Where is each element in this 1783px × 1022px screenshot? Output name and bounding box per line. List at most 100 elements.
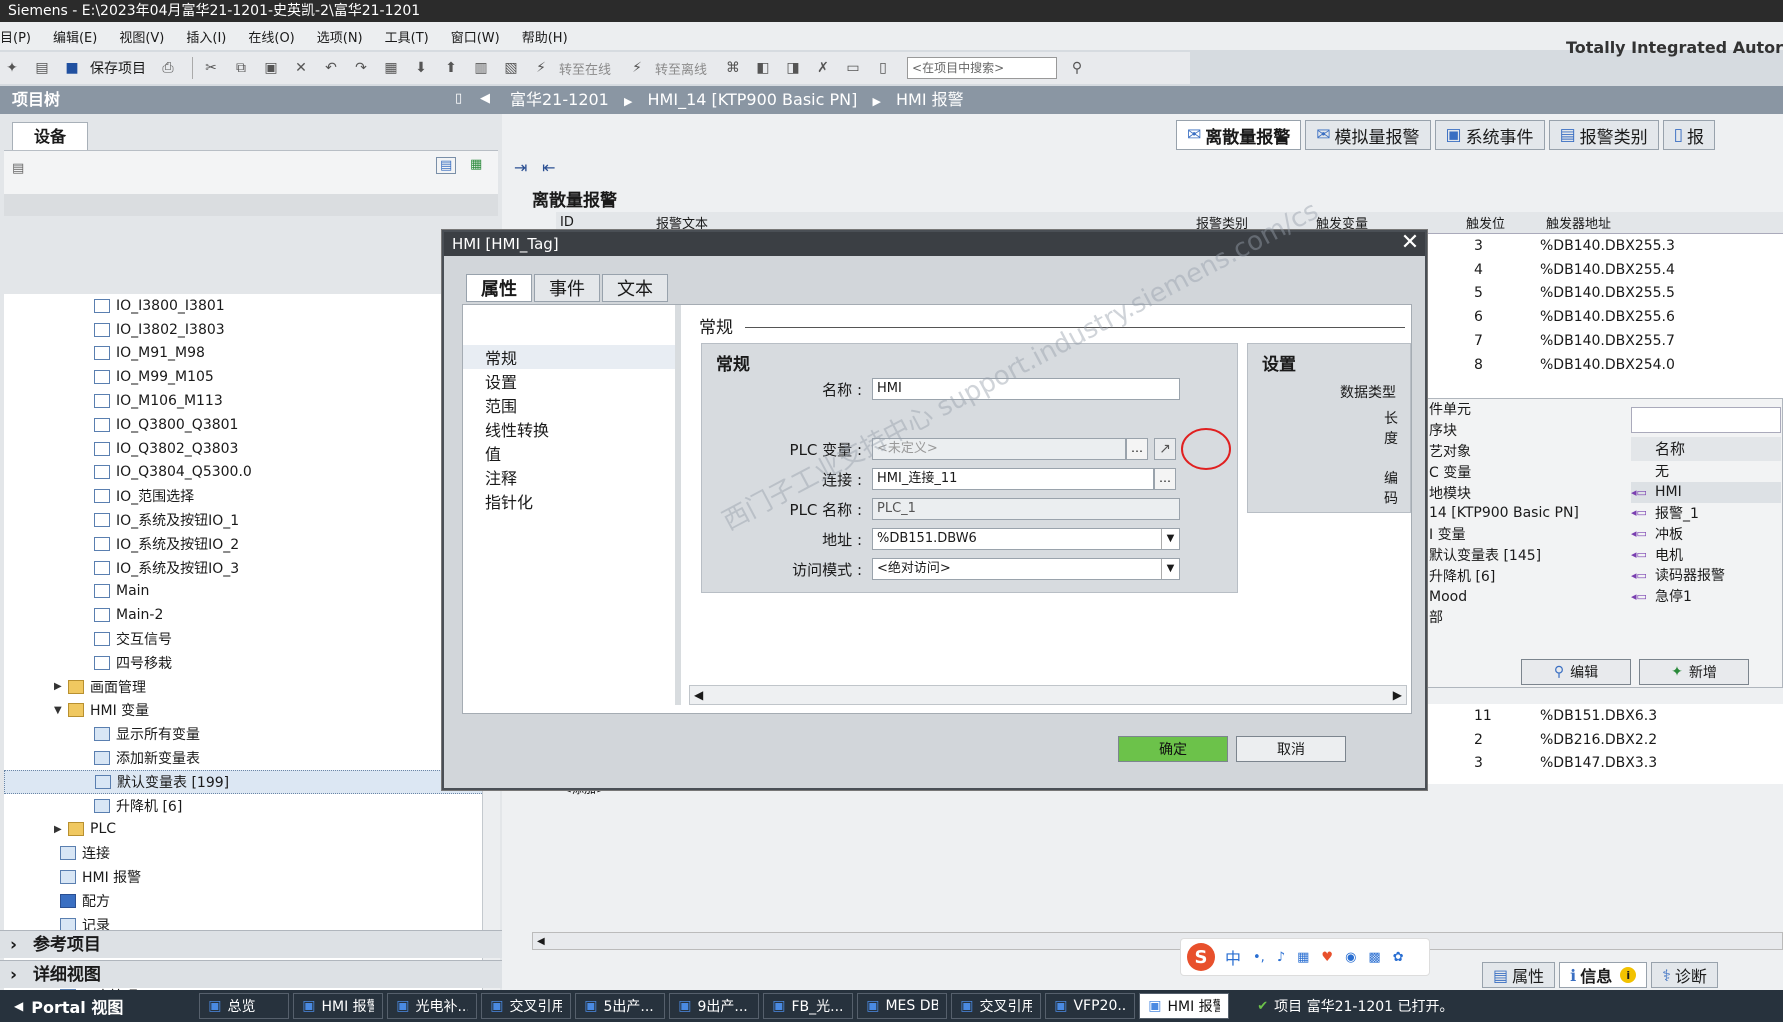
close-icon[interactable]: ✕: [1399, 232, 1421, 255]
list-view-icon[interactable]: ▤: [436, 157, 457, 174]
picker-tree-item[interactable]: 序块: [1429, 420, 1599, 441]
dropdown-arrow-icon[interactable]: ▼: [1161, 529, 1179, 549]
tree-item[interactable]: IO_系统及按钮IO_1: [4, 508, 484, 532]
connection-field[interactable]: HMI_连接_11: [872, 468, 1154, 490]
tree-item[interactable]: ▶ 画面管理: [4, 675, 484, 699]
table-row[interactable]: 11 %DB151.DBX6.3: [1470, 704, 1783, 728]
tab-info[interactable]: ℹ 信息 i: [1559, 962, 1648, 988]
chevron-right-icon[interactable]: ▶: [54, 824, 68, 835]
split-editor2-icon[interactable]: ◨: [781, 56, 805, 80]
split-editor-icon[interactable]: ◧: [751, 56, 775, 80]
sogou-logo-icon[interactable]: S: [1187, 943, 1215, 971]
ime-mic-icon[interactable]: ♪: [1277, 950, 1285, 965]
picker-tree-item[interactable]: 14 [KTP900 Basic PN]: [1429, 503, 1599, 524]
tree-item[interactable]: IO_系统及按钮IO_3: [4, 556, 484, 580]
picker-list-item[interactable]: ◂▭ 报警_1: [1631, 503, 1781, 524]
property-nav-item[interactable]: 常规: [463, 345, 675, 369]
accessible-devices-icon[interactable]: ⌘: [721, 56, 745, 80]
ok-button[interactable]: 确定: [1118, 736, 1228, 762]
picker-list-item[interactable]: ◂▭ 急停1: [1631, 586, 1781, 607]
plc-tag-browse-button[interactable]: …: [1126, 438, 1148, 460]
chevron-right-icon[interactable]: ▶: [54, 681, 68, 692]
compile-icon[interactable]: ▦: [379, 56, 403, 80]
table-row[interactable]: 3 %DB140.DBX255.3: [1470, 234, 1783, 258]
collapse-icon[interactable]: ◀: [480, 91, 490, 106]
taskbar-item[interactable]: ▣ VFP20...: [1045, 993, 1136, 1019]
ime-chinese-icon[interactable]: 中: [1225, 945, 1241, 969]
address-field[interactable]: %DB151.DBW6 ▼: [872, 528, 1180, 550]
go-online-icon[interactable]: ⚡: [529, 56, 553, 80]
tree-item[interactable]: Main-2: [4, 603, 484, 627]
tab-system-events[interactable]: ▣ 系统事件: [1434, 120, 1545, 150]
menu-online[interactable]: 在线(O): [248, 27, 294, 46]
close-editor-icon[interactable]: ✗: [811, 56, 835, 80]
pin-icon[interactable]: ▯: [455, 91, 462, 106]
access-mode-select[interactable]: <绝对访问> ▼: [872, 558, 1180, 580]
start-sim-icon[interactable]: ▧: [499, 56, 523, 80]
trigger-bit-cell[interactable]: 11: [1470, 708, 1540, 724]
upload-icon[interactable]: ⬆: [439, 56, 463, 80]
horizontal-scrollbar[interactable]: ◀: [532, 932, 1783, 950]
trigger-address-cell[interactable]: %DB140.DBX255.3: [1540, 238, 1675, 254]
save-icon[interactable]: ■: [60, 56, 84, 80]
table-row[interactable]: 4 %DB140.DBX255.4: [1470, 258, 1783, 282]
search-go-icon[interactable]: ⚲: [1065, 56, 1089, 80]
picker-list-item[interactable]: ◂▭ 冲板: [1631, 523, 1781, 544]
taskbar-item[interactable]: ▣ HMI 报警: [1139, 993, 1230, 1019]
go-online-button[interactable]: 转至在线: [559, 59, 611, 78]
goto-arrow-icon[interactable]: ↗: [1154, 438, 1176, 460]
tab-texts[interactable]: 文本: [602, 274, 668, 302]
taskbar-item[interactable]: ▣ 总览: [199, 993, 290, 1019]
edit-button[interactable]: ⚲ 编辑: [1521, 659, 1631, 685]
ime-keyboard-icon[interactable]: ▦: [1297, 950, 1309, 965]
picker-list-item[interactable]: ◂▭ 电机: [1631, 544, 1781, 565]
table-row[interactable]: 2 %DB216.DBX2.2: [1470, 728, 1783, 752]
new-project-icon[interactable]: ✦: [0, 56, 24, 80]
tree-item[interactable]: IO_M91_M98: [4, 342, 484, 366]
tree-item[interactable]: IO_I3802_I3803: [4, 318, 484, 342]
menu-view[interactable]: 视图(V): [119, 27, 164, 46]
trigger-bit-cell[interactable]: 5: [1470, 285, 1540, 301]
tree-item[interactable]: 升降机 [6]: [4, 794, 484, 818]
col-addr[interactable]: 触发器地址: [1546, 213, 1746, 232]
picker-list-item[interactable]: 无: [1631, 461, 1781, 482]
taskbar-item[interactable]: ▣ 5出产...: [575, 993, 666, 1019]
taskbar-item[interactable]: ▣ MES DB ...: [857, 993, 948, 1019]
picker-tree-item[interactable]: 地模块: [1429, 482, 1599, 503]
table-row[interactable]: 7 %DB140.DBX255.7: [1470, 329, 1783, 353]
details-view-section[interactable]: › 详细视图: [0, 960, 502, 988]
open-project-icon[interactable]: ▤: [30, 56, 54, 80]
add-icon[interactable]: ▦: [470, 157, 482, 172]
trigger-address-cell[interactable]: %DB147.DBX3.3: [1540, 755, 1657, 771]
tree-item[interactable]: IO_Q3802_Q3803: [4, 437, 484, 461]
picker-list-item[interactable]: ◂▭ HMI: [1631, 481, 1781, 503]
tree-item[interactable]: Main: [4, 580, 484, 604]
tree-item[interactable]: 显示所有变量: [4, 722, 484, 746]
delete-icon[interactable]: ✕: [289, 56, 313, 80]
dropdown-arrow-icon[interactable]: ▼: [1161, 559, 1179, 579]
print-icon[interactable]: ⎙: [156, 56, 180, 80]
save-project-button[interactable]: 保存项目: [90, 58, 146, 78]
scroll-left-icon[interactable]: ◀: [690, 688, 703, 702]
tab-analog-alarms[interactable]: ✉ 模拟量报警: [1305, 120, 1431, 150]
tree-item[interactable]: IO_Q3800_Q3801: [4, 413, 484, 437]
col-id[interactable]: ID: [556, 215, 656, 230]
property-nav-item[interactable]: 值: [463, 441, 675, 465]
picker-tree-item[interactable]: Mood: [1429, 586, 1599, 607]
cancel-button[interactable]: 取消: [1236, 736, 1346, 762]
tree-item[interactable]: IO_系统及按钮IO_2: [4, 532, 484, 556]
menu-insert[interactable]: 插入(I): [186, 27, 226, 46]
ime-punct-icon[interactable]: •,: [1253, 950, 1265, 965]
portal-view-icon[interactable]: ◀: [14, 999, 23, 1013]
trigger-address-cell[interactable]: %DB151.DBX6.3: [1540, 708, 1657, 724]
trigger-address-cell[interactable]: %DB140.DBX255.4: [1540, 262, 1675, 278]
menu-tools[interactable]: 工具(T): [385, 27, 429, 46]
col-bit[interactable]: 触发位: [1466, 213, 1546, 232]
tree-item[interactable]: 交互信号: [4, 627, 484, 651]
menu-project[interactable]: 目(P): [0, 27, 31, 46]
copy-icon[interactable]: ⧉: [229, 56, 253, 80]
tree-item[interactable]: 连接: [4, 841, 484, 865]
connection-browse-button[interactable]: …: [1154, 468, 1176, 490]
go-offline-button[interactable]: 转至离线: [655, 59, 707, 78]
chevron-down-icon[interactable]: ▼: [54, 705, 68, 716]
